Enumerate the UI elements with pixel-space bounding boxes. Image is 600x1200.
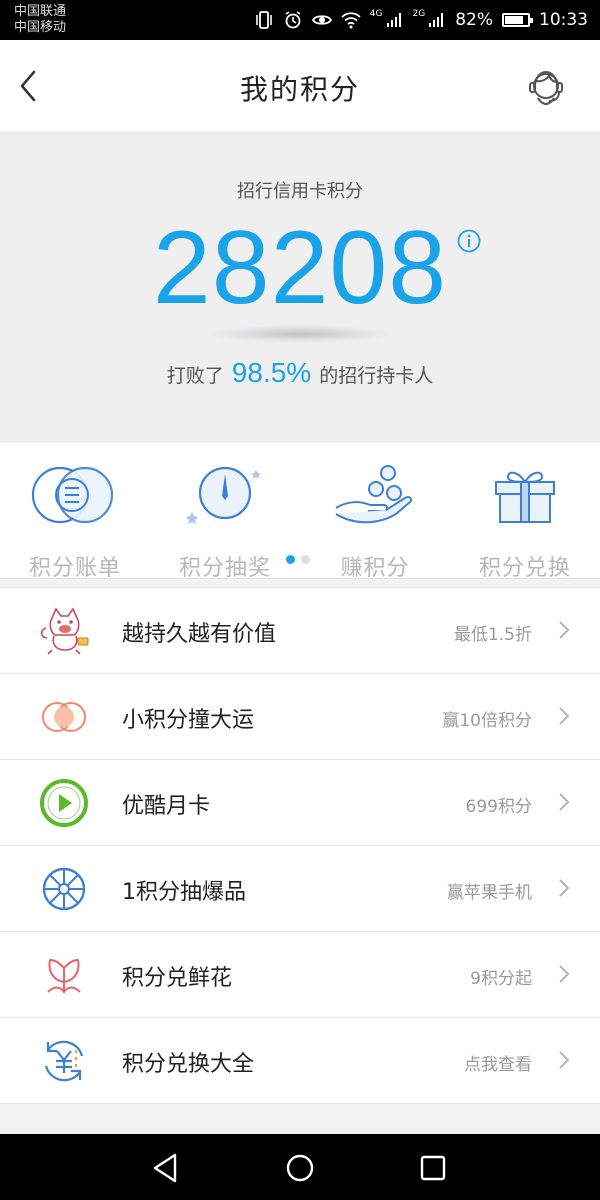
- quick-action-lottery[interactable]: 积分抽奖: [150, 464, 300, 581]
- points-summary: 招行信用卡积分 28208 打败了 98.5% 的招行持卡人: [0, 133, 600, 440]
- beat-suffix: 的招行持卡人: [319, 365, 434, 387]
- app-header: 我的积分: [0, 40, 600, 133]
- signal-icon-1: [386, 13, 401, 27]
- eye-icon: [311, 15, 332, 25]
- carrier-info: 中国联通 中国移动: [14, 4, 66, 36]
- chevron-right-icon: [559, 965, 570, 983]
- cat-mascot-icon: [40, 607, 89, 655]
- clock: 10:33: [539, 10, 588, 30]
- earn-coins-icon: [335, 465, 413, 524]
- vibrate-icon: [255, 11, 272, 29]
- battery-percent: 82%: [455, 10, 493, 30]
- points-value: 28208: [152, 210, 448, 326]
- list-item-exchange-all[interactable]: 积分兑换大全 点我查看: [0, 1018, 600, 1104]
- list-item-lucky-draw[interactable]: 1积分抽爆品 赢苹果手机: [0, 846, 600, 932]
- list-item-subtitle: 699积分: [465, 797, 532, 817]
- wifi-icon: [341, 12, 361, 29]
- battery-icon: [502, 13, 533, 27]
- lottery-dial-icon: [186, 466, 261, 524]
- nav-home-icon[interactable]: [283, 1151, 317, 1185]
- carrier-1: 中国联通: [14, 4, 67, 19]
- play-icon: [40, 779, 88, 827]
- overlap-circles-icon: [42, 702, 86, 732]
- points-shadow: [210, 325, 390, 343]
- list-item-title: 优酷月卡: [122, 794, 211, 819]
- system-nav-bar: [0, 1134, 600, 1200]
- quick-action-earn-points[interactable]: 赚积分: [300, 464, 450, 581]
- quick-action-label: 积分账单: [28, 556, 121, 581]
- list-item-title: 积分兑换大全: [122, 1052, 255, 1077]
- quick-action-exchange[interactable]: 积分兑换: [450, 464, 600, 581]
- quick-action-label: 积分兑换: [478, 556, 571, 581]
- list-item-subtitle: 9积分起: [470, 969, 532, 989]
- list-item-subtitle: 赢10倍积分: [442, 711, 532, 731]
- beat-percent: 98.5%: [231, 357, 312, 388]
- page-indicator: [286, 555, 310, 564]
- nav-back-icon[interactable]: [149, 1151, 183, 1185]
- promotion-list: 越持久越有价值 最低1.5折 小积分撞大运 赢10倍积分 优酷月卡 699积分 …: [0, 587, 600, 1104]
- list-item-flowers[interactable]: 积分兑鲜花 9积分起: [0, 932, 600, 1018]
- flower-icon: [47, 958, 81, 994]
- chevron-right-icon: [559, 793, 570, 811]
- status-bar: 中国联通 中国移动 4G 2G 82% 10:33: [0, 0, 600, 40]
- chevron-right-icon: [559, 621, 570, 639]
- gift-box-icon: [495, 471, 555, 523]
- page-dot[interactable]: [301, 555, 310, 564]
- nav-recents-icon[interactable]: [416, 1151, 450, 1185]
- network-4g-label: 4G: [369, 9, 383, 19]
- yuan-exchange-icon: [44, 1040, 84, 1082]
- list-item-youku-card[interactable]: 优酷月卡 699积分: [0, 760, 600, 846]
- beat-prefix: 打败了: [166, 365, 224, 387]
- list-item-small-points-luck[interactable]: 小积分撞大运 赢10倍积分: [0, 674, 600, 760]
- signal-icon-2: [429, 13, 444, 27]
- list-item-subtitle: 点我查看: [464, 1055, 532, 1075]
- beat-ranking: 打败了 98.5% 的招行持卡人: [0, 357, 600, 389]
- chevron-right-icon: [559, 879, 570, 897]
- list-item-title: 1积分抽爆品: [122, 880, 246, 905]
- list-item-subtitle: 赢苹果手机: [447, 883, 532, 903]
- wheel-icon: [42, 867, 86, 911]
- chevron-right-icon: [559, 1051, 570, 1069]
- page-title: 我的积分: [239, 73, 360, 106]
- customer-service-icon[interactable]: [522, 64, 570, 112]
- list-item-title: 小积分撞大运: [122, 708, 255, 733]
- list-item-title: 积分兑鲜花: [122, 966, 233, 991]
- quick-action-points-bill[interactable]: 积分账单: [0, 464, 150, 581]
- list-item-long-term-value[interactable]: 越持久越有价值 最低1.5折: [0, 588, 600, 674]
- carrier-2: 中国移动: [14, 20, 67, 35]
- list-item-title: 越持久越有价值: [122, 622, 277, 647]
- chevron-right-icon: [559, 707, 570, 725]
- bill-icon: [31, 466, 114, 524]
- info-icon[interactable]: [457, 229, 481, 253]
- page-dot-active[interactable]: [286, 555, 295, 564]
- quick-action-label: 积分抽奖: [178, 556, 271, 581]
- alarm-icon: [285, 11, 301, 29]
- network-2g-label: 2G: [412, 9, 426, 19]
- points-label: 招行信用卡积分: [237, 181, 363, 202]
- list-item-subtitle: 最低1.5折: [453, 625, 532, 645]
- quick-action-label: 赚积分: [340, 556, 410, 581]
